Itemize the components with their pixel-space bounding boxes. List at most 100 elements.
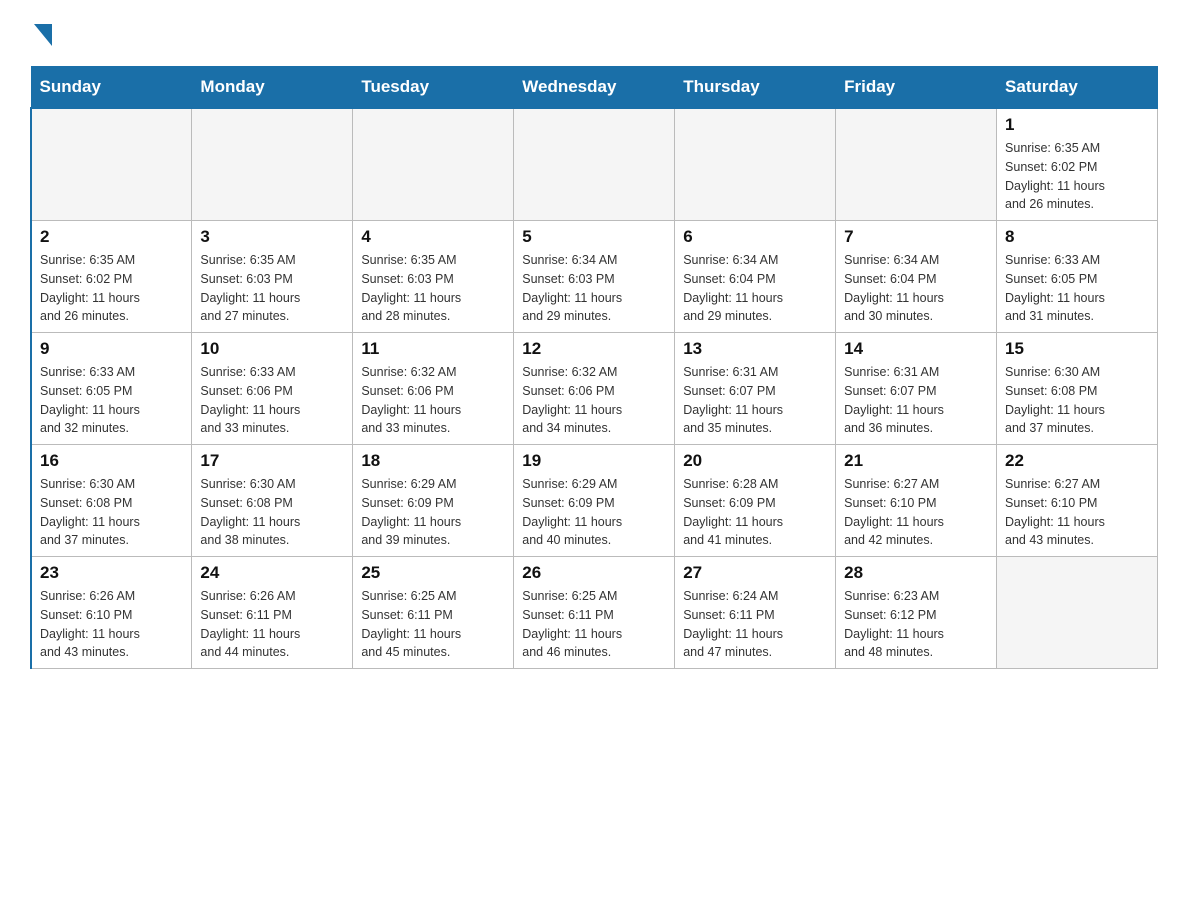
calendar-cell: 21 Sunrise: 6:27 AM Sunset: 6:10 PM Dayli… (836, 445, 997, 557)
day-number: 15 (1005, 339, 1149, 359)
day-number: 1 (1005, 115, 1149, 135)
weekday-header-saturday: Saturday (997, 67, 1158, 109)
day-info: Sunrise: 6:30 AM Sunset: 6:08 PM Dayligh… (1005, 363, 1149, 438)
calendar-cell (31, 108, 192, 221)
day-number: 4 (361, 227, 505, 247)
calendar-cell (675, 108, 836, 221)
logo-arrow-icon (34, 24, 52, 46)
day-number: 3 (200, 227, 344, 247)
calendar-cell: 27 Sunrise: 6:24 AM Sunset: 6:11 PM Dayli… (675, 557, 836, 669)
calendar-cell: 16 Sunrise: 6:30 AM Sunset: 6:08 PM Dayli… (31, 445, 192, 557)
calendar-cell: 26 Sunrise: 6:25 AM Sunset: 6:11 PM Dayli… (514, 557, 675, 669)
weekday-header-tuesday: Tuesday (353, 67, 514, 109)
day-number: 26 (522, 563, 666, 583)
calendar-cell: 23 Sunrise: 6:26 AM Sunset: 6:10 PM Dayli… (31, 557, 192, 669)
day-number: 25 (361, 563, 505, 583)
calendar-body: 1 Sunrise: 6:35 AM Sunset: 6:02 PM Daylig… (31, 108, 1158, 669)
day-info: Sunrise: 6:35 AM Sunset: 6:02 PM Dayligh… (1005, 139, 1149, 214)
day-number: 23 (40, 563, 183, 583)
calendar-cell: 15 Sunrise: 6:30 AM Sunset: 6:08 PM Dayli… (997, 333, 1158, 445)
day-info: Sunrise: 6:34 AM Sunset: 6:03 PM Dayligh… (522, 251, 666, 326)
calendar-cell: 28 Sunrise: 6:23 AM Sunset: 6:12 PM Dayli… (836, 557, 997, 669)
calendar-cell: 22 Sunrise: 6:27 AM Sunset: 6:10 PM Dayli… (997, 445, 1158, 557)
day-info: Sunrise: 6:24 AM Sunset: 6:11 PM Dayligh… (683, 587, 827, 662)
calendar-table: SundayMondayTuesdayWednesdayThursdayFrid… (30, 66, 1158, 669)
calendar-header: SundayMondayTuesdayWednesdayThursdayFrid… (31, 67, 1158, 109)
calendar-cell (192, 108, 353, 221)
calendar-cell (997, 557, 1158, 669)
calendar-cell: 10Sunrise: 6:33 AM Sunset: 6:06 PM Dayli… (192, 333, 353, 445)
day-number: 17 (200, 451, 344, 471)
day-number: 6 (683, 227, 827, 247)
day-info: Sunrise: 6:29 AM Sunset: 6:09 PM Dayligh… (361, 475, 505, 550)
calendar-cell (836, 108, 997, 221)
weekday-header-sunday: Sunday (31, 67, 192, 109)
day-info: Sunrise: 6:33 AM Sunset: 6:05 PM Dayligh… (40, 363, 183, 438)
week-row-3: 9 Sunrise: 6:33 AM Sunset: 6:05 PM Daylig… (31, 333, 1158, 445)
day-info: Sunrise: 6:26 AM Sunset: 6:11 PM Dayligh… (200, 587, 344, 662)
day-info: Sunrise: 6:32 AM Sunset: 6:06 PM Dayligh… (361, 363, 505, 438)
week-row-1: 1 Sunrise: 6:35 AM Sunset: 6:02 PM Daylig… (31, 108, 1158, 221)
day-info: Sunrise: 6:31 AM Sunset: 6:07 PM Dayligh… (683, 363, 827, 438)
day-number: 2 (40, 227, 183, 247)
day-info: Sunrise: 6:34 AM Sunset: 6:04 PM Dayligh… (844, 251, 988, 326)
weekday-header-thursday: Thursday (675, 67, 836, 109)
calendar-cell: 6 Sunrise: 6:34 AM Sunset: 6:04 PM Daylig… (675, 221, 836, 333)
calendar-cell: 12 Sunrise: 6:32 AM Sunset: 6:06 PM Dayli… (514, 333, 675, 445)
calendar-cell: 2 Sunrise: 6:35 AM Sunset: 6:02 PM Daylig… (31, 221, 192, 333)
day-number: 14 (844, 339, 988, 359)
day-number: 21 (844, 451, 988, 471)
calendar-cell (514, 108, 675, 221)
day-info: Sunrise: 6:29 AM Sunset: 6:09 PM Dayligh… (522, 475, 666, 550)
day-number: 12 (522, 339, 666, 359)
day-number: 27 (683, 563, 827, 583)
calendar-cell: 19 Sunrise: 6:29 AM Sunset: 6:09 PM Dayli… (514, 445, 675, 557)
weekday-header-monday: Monday (192, 67, 353, 109)
day-info: Sunrise: 6:35 AM Sunset: 6:03 PM Dayligh… (361, 251, 505, 326)
day-number: 9 (40, 339, 183, 359)
day-info: Sunrise: 6:28 AM Sunset: 6:09 PM Dayligh… (683, 475, 827, 550)
calendar-cell: 17 Sunrise: 6:30 AM Sunset: 6:08 PM Dayli… (192, 445, 353, 557)
day-info: Sunrise: 6:25 AM Sunset: 6:11 PM Dayligh… (522, 587, 666, 662)
day-info: Sunrise: 6:32 AM Sunset: 6:06 PM Dayligh… (522, 363, 666, 438)
week-row-2: 2 Sunrise: 6:35 AM Sunset: 6:02 PM Daylig… (31, 221, 1158, 333)
weekday-header-friday: Friday (836, 67, 997, 109)
day-number: 11 (361, 339, 505, 359)
day-number: 22 (1005, 451, 1149, 471)
day-number: 19 (522, 451, 666, 471)
day-number: 7 (844, 227, 988, 247)
calendar-cell (353, 108, 514, 221)
day-number: 8 (1005, 227, 1149, 247)
day-number: 16 (40, 451, 183, 471)
calendar-cell: 20 Sunrise: 6:28 AM Sunset: 6:09 PM Dayli… (675, 445, 836, 557)
day-info: Sunrise: 6:27 AM Sunset: 6:10 PM Dayligh… (844, 475, 988, 550)
day-info: Sunrise: 6:31 AM Sunset: 6:07 PM Dayligh… (844, 363, 988, 438)
calendar-cell: 14 Sunrise: 6:31 AM Sunset: 6:07 PM Dayli… (836, 333, 997, 445)
day-number: 28 (844, 563, 988, 583)
day-number: 10 (200, 339, 344, 359)
day-info: Sunrise: 6:35 AM Sunset: 6:03 PM Dayligh… (200, 251, 344, 326)
day-number: 5 (522, 227, 666, 247)
day-info: Sunrise: 6:34 AM Sunset: 6:04 PM Dayligh… (683, 251, 827, 326)
weekday-header-row: SundayMondayTuesdayWednesdayThursdayFrid… (31, 67, 1158, 109)
day-info: Sunrise: 6:30 AM Sunset: 6:08 PM Dayligh… (40, 475, 183, 550)
day-number: 20 (683, 451, 827, 471)
weekday-header-wednesday: Wednesday (514, 67, 675, 109)
calendar-cell: 18 Sunrise: 6:29 AM Sunset: 6:09 PM Dayli… (353, 445, 514, 557)
calendar-cell: 5 Sunrise: 6:34 AM Sunset: 6:03 PM Daylig… (514, 221, 675, 333)
day-info: Sunrise: 6:26 AM Sunset: 6:10 PM Dayligh… (40, 587, 183, 662)
calendar-cell: 11 Sunrise: 6:32 AM Sunset: 6:06 PM Dayli… (353, 333, 514, 445)
day-info: Sunrise: 6:25 AM Sunset: 6:11 PM Dayligh… (361, 587, 505, 662)
calendar-cell: 4 Sunrise: 6:35 AM Sunset: 6:03 PM Daylig… (353, 221, 514, 333)
day-info: Sunrise: 6:23 AM Sunset: 6:12 PM Dayligh… (844, 587, 988, 662)
calendar-cell: 24Sunrise: 6:26 AM Sunset: 6:11 PM Dayli… (192, 557, 353, 669)
calendar-cell: 8Sunrise: 6:33 AM Sunset: 6:05 PM Daylig… (997, 221, 1158, 333)
day-info: Sunrise: 6:35 AM Sunset: 6:02 PM Dayligh… (40, 251, 183, 326)
day-info: Sunrise: 6:27 AM Sunset: 6:10 PM Dayligh… (1005, 475, 1149, 550)
day-info: Sunrise: 6:30 AM Sunset: 6:08 PM Dayligh… (200, 475, 344, 550)
logo (30, 20, 52, 46)
calendar-cell: 1 Sunrise: 6:35 AM Sunset: 6:02 PM Daylig… (997, 108, 1158, 221)
calendar-cell: 13Sunrise: 6:31 AM Sunset: 6:07 PM Dayli… (675, 333, 836, 445)
day-number: 18 (361, 451, 505, 471)
calendar-cell: 3 Sunrise: 6:35 AM Sunset: 6:03 PM Daylig… (192, 221, 353, 333)
